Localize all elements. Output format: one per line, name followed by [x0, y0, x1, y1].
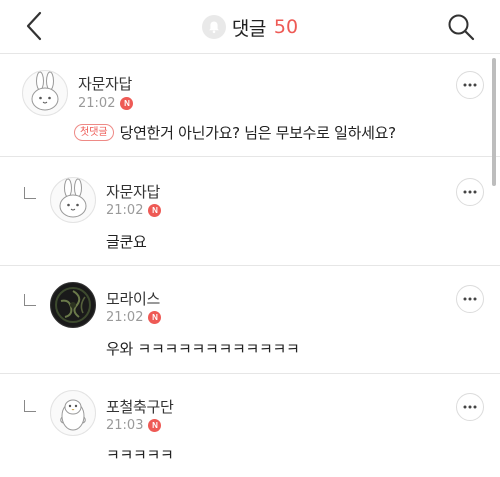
dark-swirl-avatar[interactable]	[50, 282, 96, 328]
more-dots-icon	[463, 405, 477, 409]
reply-item: 모라이스 21:02 N 우와 ㅋㅋㅋㅋㅋㅋㅋㅋㅋㅋㅋㅋ	[0, 266, 500, 373]
reply-item: 자문자답 21:02 N 글쿤요	[0, 157, 500, 265]
search-button[interactable]	[446, 12, 476, 42]
scrollbar[interactable]	[492, 58, 496, 186]
search-icon	[448, 14, 475, 41]
comment-author[interactable]: 모라이스	[106, 288, 160, 309]
comment-time: 21:03	[106, 418, 144, 433]
comment-meta: 21:02 N	[106, 203, 162, 218]
more-options-button[interactable]	[456, 285, 484, 313]
more-options-button[interactable]	[456, 178, 484, 206]
first-comment-badge: 첫댓글	[74, 124, 114, 141]
comment-text: 우와 ㅋㅋㅋㅋㅋㅋㅋㅋㅋㅋㅋㅋ	[106, 340, 300, 358]
new-badge: N	[148, 311, 162, 324]
comment-author[interactable]: 자문자답	[106, 181, 160, 202]
comments-screen: 댓글 50 자문자답 21:02 N 첫댓글 당연한거 아닌가요? 님은 무보수…	[0, 0, 500, 477]
comment-text: 당연한거 아닌가요? 님은 무보수로 일하세요?	[119, 124, 397, 142]
header-title: 댓글 50	[0, 13, 500, 41]
comment-text: ㅋㅋㅋㅋㅋ	[106, 446, 174, 464]
comment-body: 우와 ㅋㅋㅋㅋㅋㅋㅋㅋㅋㅋㅋㅋ	[106, 338, 300, 359]
comment-author[interactable]: 자문자답	[78, 73, 132, 94]
new-badge: N	[120, 97, 134, 110]
rabbit-avatar[interactable]	[22, 70, 68, 116]
reply-item: 포철축구단 21:03 N ㅋㅋㅋㅋㅋ	[0, 374, 500, 477]
comment-meta: 21:03 N	[106, 418, 162, 433]
comment-text: 글쿤요	[106, 233, 147, 251]
comment-time: 21:02	[106, 203, 144, 218]
comment-meta: 21:02 N	[106, 310, 162, 325]
new-badge: N	[148, 419, 162, 432]
reply-indicator-icon	[24, 400, 36, 412]
reply-indicator-icon	[24, 187, 36, 199]
new-badge: N	[148, 204, 162, 217]
more-options-button[interactable]	[456, 71, 484, 99]
comment-time: 21:02	[78, 96, 116, 111]
comment-body: 첫댓글 당연한거 아닌가요? 님은 무보수로 일하세요?	[74, 122, 396, 143]
rabbit-avatar[interactable]	[50, 177, 96, 223]
comment-count: 50	[273, 16, 299, 38]
more-dots-icon	[463, 83, 477, 87]
comment-body: ㅋㅋㅋㅋㅋ	[106, 444, 174, 465]
comment-meta: 21:02 N	[78, 96, 134, 111]
more-dots-icon	[463, 297, 477, 301]
more-dots-icon	[463, 190, 477, 194]
more-options-button[interactable]	[456, 393, 484, 421]
comment-time: 21:02	[106, 310, 144, 325]
header-bar: 댓글 50	[0, 0, 500, 54]
comment-author[interactable]: 포철축구단	[106, 396, 174, 417]
penguin-avatar[interactable]	[50, 390, 96, 436]
header-title-text: 댓글	[231, 17, 266, 40]
bell-icon	[201, 15, 226, 39]
comment-item: 자문자답 21:02 N 첫댓글 당연한거 아닌가요? 님은 무보수로 일하세요…	[0, 54, 500, 156]
comment-body: 글쿤요	[106, 231, 147, 252]
reply-indicator-icon	[24, 294, 36, 306]
